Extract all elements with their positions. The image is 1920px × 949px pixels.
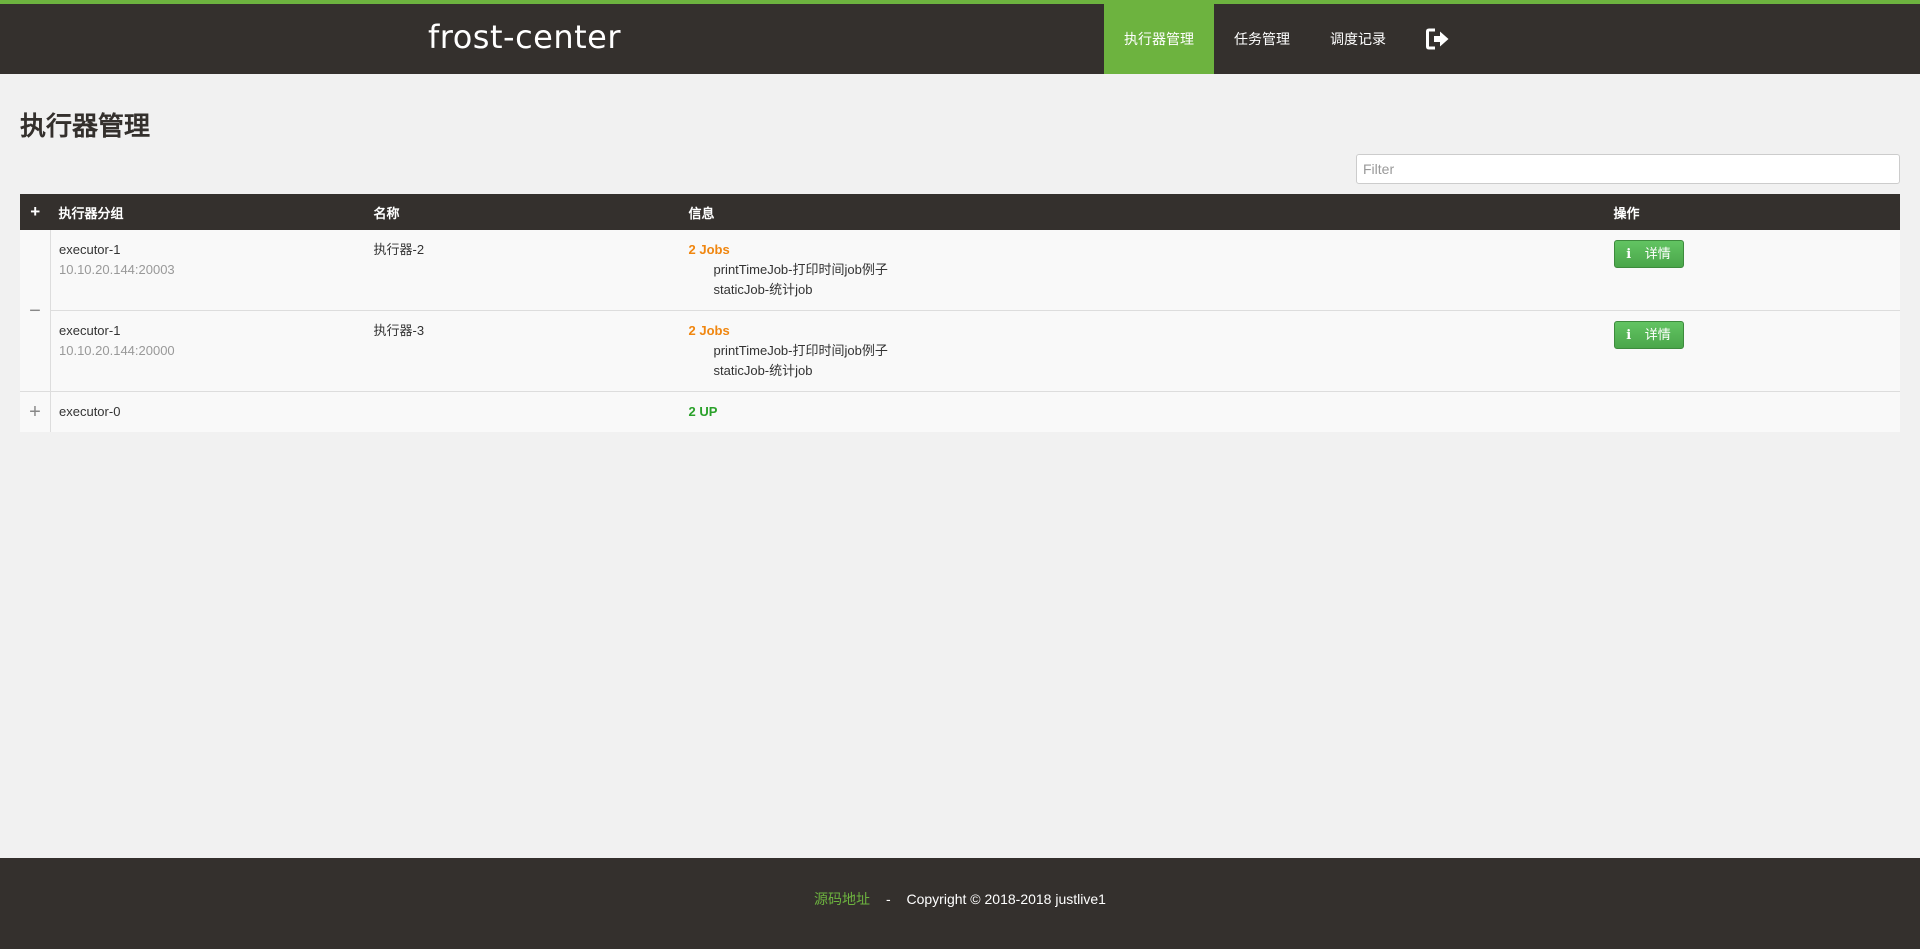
collapse-group-toggle[interactable]: − xyxy=(20,230,51,392)
nav-schedule-records[interactable]: 调度记录 xyxy=(1310,4,1406,74)
job-item: staticJob-统计job xyxy=(713,282,813,297)
executor-table: + 执行器分组 名称 信息 操作 − executor-1 10.10.20.1… xyxy=(20,194,1900,432)
copyright-text: Copyright © 2018-2018 justlive1 xyxy=(906,891,1106,907)
expand-group-toggle[interactable]: + xyxy=(20,391,51,432)
executor-name: 执行器-3 xyxy=(365,310,681,392)
details-button[interactable]: i 详情 xyxy=(1613,240,1684,268)
info-icon: i xyxy=(1626,328,1632,343)
nav-executor-management[interactable]: 执行器管理 xyxy=(1104,4,1214,74)
details-button-label: 详情 xyxy=(1644,246,1671,261)
footer-separator: - xyxy=(885,891,891,907)
logout-button[interactable] xyxy=(1406,4,1470,74)
header-actions: 操作 xyxy=(1605,194,1900,230)
info-icon: i xyxy=(1626,247,1632,262)
empty-cell xyxy=(365,391,681,432)
nav-task-management[interactable]: 任务管理 xyxy=(1214,4,1310,74)
expand-all-toggle[interactable]: + xyxy=(20,194,51,230)
details-button[interactable]: i 详情 xyxy=(1613,321,1684,349)
details-button-label: 详情 xyxy=(1644,327,1671,342)
table-row: executor-1 10.10.20.144:20000 执行器-3 2 Jo… xyxy=(20,310,1900,392)
empty-cell xyxy=(1605,391,1900,432)
table-row: − executor-1 10.10.20.144:20003 执行器-2 2 … xyxy=(20,230,1900,392)
job-item: printTimeJob-打印时间job例子 xyxy=(713,343,888,358)
executor-address: 10.10.20.144:20000 xyxy=(59,343,175,358)
executor-name: 执行器-2 xyxy=(365,230,681,311)
header-executor-group: 执行器分组 xyxy=(50,194,366,230)
actions-cell: i 详情 xyxy=(1605,310,1900,392)
group-name: executor-1 xyxy=(59,242,121,257)
info-cell: 2 Jobs printTimeJob-打印时间job例子 staticJob-… xyxy=(680,230,1606,311)
group-name: executor-1 xyxy=(59,323,121,338)
jobs-count: 2 Jobs xyxy=(688,323,730,338)
brand-title[interactable]: frost-center xyxy=(428,18,621,56)
job-item: staticJob-统计job xyxy=(713,363,813,378)
group-name: executor-0 xyxy=(50,391,366,432)
info-cell: 2 Jobs printTimeJob-打印时间job例子 staticJob-… xyxy=(680,310,1606,392)
group-cell: executor-1 10.10.20.144:20003 xyxy=(50,230,366,311)
header-name: 名称 xyxy=(365,194,681,230)
collapsed-group-row: + executor-0 2 UP xyxy=(20,391,1900,432)
page-footer: 源码地址 - Copyright © 2018-2018 justlive1 xyxy=(0,858,1920,949)
executor-address: 10.10.20.144:20003 xyxy=(59,262,175,277)
sign-out-icon xyxy=(1426,28,1449,50)
job-item: printTimeJob-打印时间job例子 xyxy=(713,262,888,277)
header-info: 信息 xyxy=(680,194,1606,230)
source-code-link[interactable]: 源码地址 xyxy=(814,891,870,907)
filter-input[interactable] xyxy=(1356,154,1900,184)
group-status: 2 UP xyxy=(680,391,1606,432)
actions-cell: i 详情 xyxy=(1605,230,1900,311)
jobs-count: 2 Jobs xyxy=(688,242,730,257)
top-navbar: frost-center 执行器管理 任务管理 调度记录 xyxy=(0,0,1920,74)
main-nav: 执行器管理 任务管理 调度记录 xyxy=(1104,4,1470,74)
group-cell: executor-1 10.10.20.144:20000 xyxy=(50,310,366,392)
table-header-row: + 执行器分组 名称 信息 操作 xyxy=(20,194,1900,230)
page-title: 执行器管理 xyxy=(20,111,151,141)
